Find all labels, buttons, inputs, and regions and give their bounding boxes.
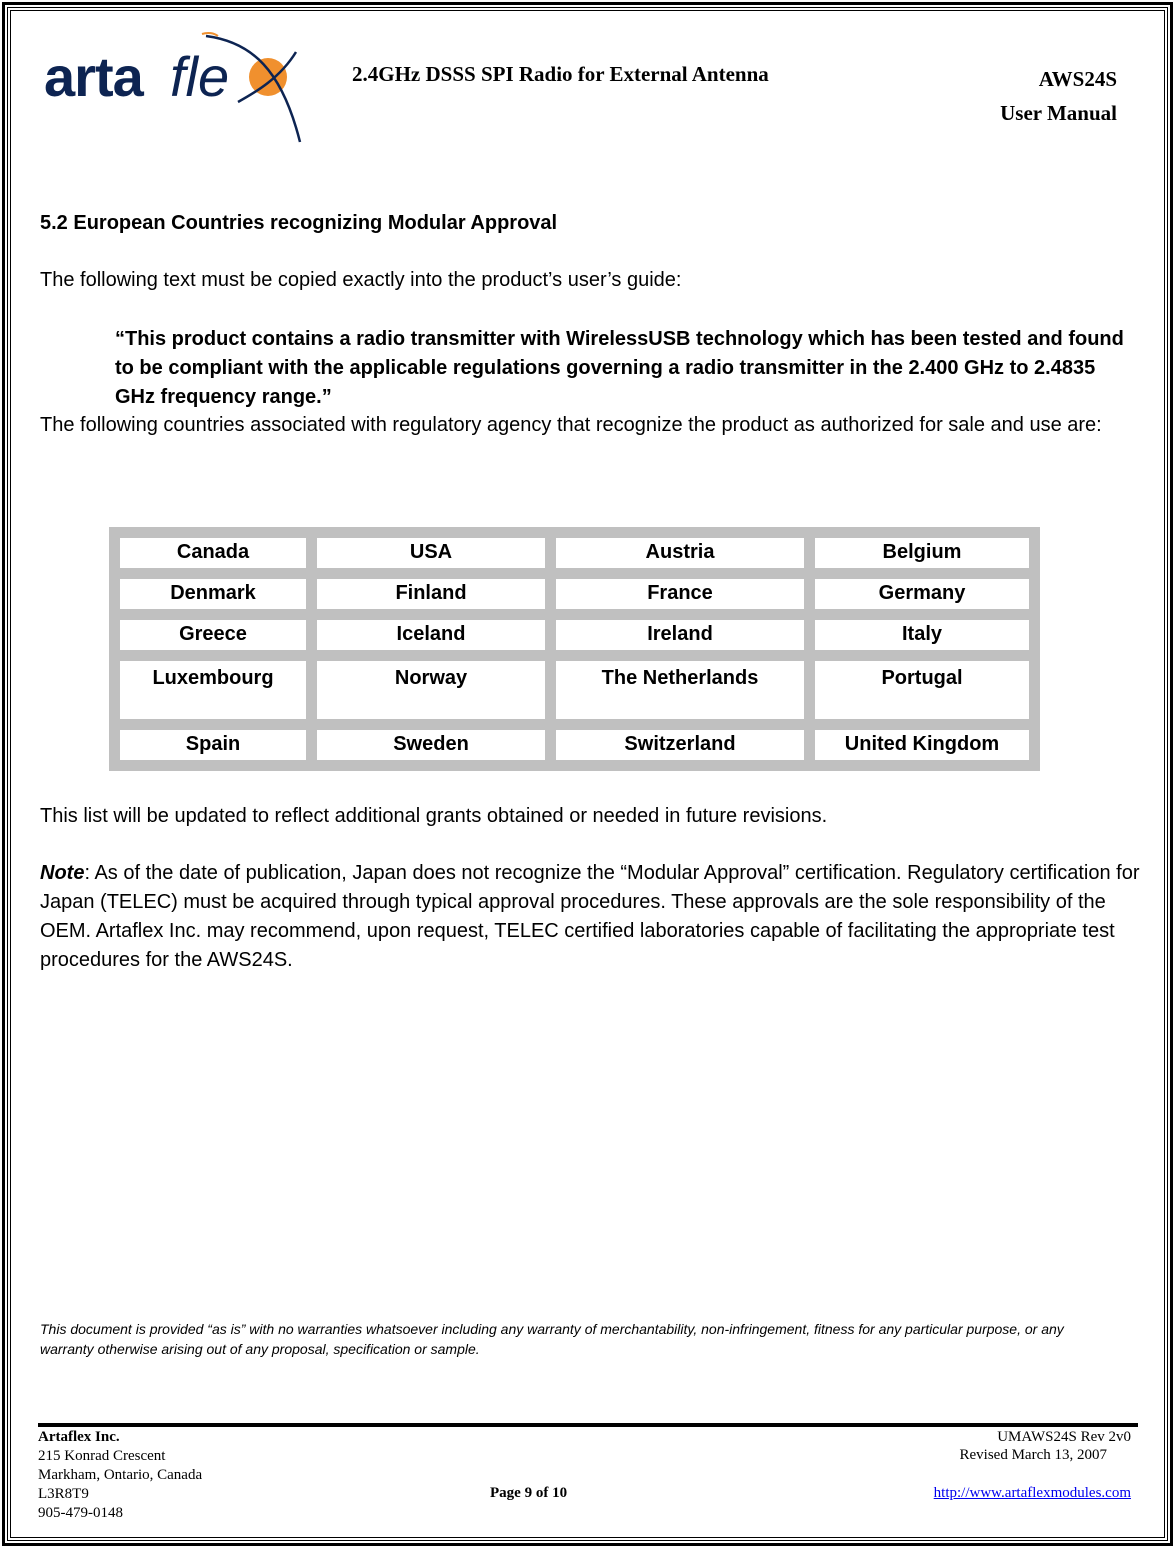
update-note: This list will be updated to reflect add… bbox=[40, 805, 828, 827]
note-text: : As of the date of publication, Japan d… bbox=[40, 862, 1140, 971]
country-cell: Canada bbox=[117, 535, 309, 571]
country-cell: The Netherlands bbox=[553, 658, 807, 722]
logo-text-fle: fle bbox=[170, 45, 229, 108]
page-border-inner bbox=[10, 10, 1165, 1538]
country-cell: France bbox=[553, 576, 807, 612]
table-row: Spain Sweden Switzerland United Kingdom bbox=[117, 727, 1032, 763]
footer-company: Artaflex Inc. bbox=[38, 1429, 120, 1445]
country-cell: United Kingdom bbox=[812, 727, 1032, 763]
country-cell: Denmark bbox=[117, 576, 309, 612]
note-label: Note bbox=[40, 862, 85, 884]
disclaimer: This document is provided “as is” with n… bbox=[40, 1321, 1064, 1357]
country-cell: Finland bbox=[314, 576, 548, 612]
country-cell: Germany bbox=[812, 576, 1032, 612]
footer-revision: UMAWS24S Rev 2v0 bbox=[997, 1429, 1131, 1445]
country-cell: Belgium bbox=[812, 535, 1032, 571]
country-cell: Portugal bbox=[812, 658, 1032, 722]
country-cell: Spain bbox=[117, 727, 309, 763]
footer-divider bbox=[38, 1423, 1138, 1427]
country-cell: Luxembourg bbox=[117, 658, 309, 722]
country-cell: Italy bbox=[812, 617, 1032, 653]
footer-revised-date: Revised March 13, 2007 bbox=[959, 1447, 1107, 1463]
country-cell: Switzerland bbox=[553, 727, 807, 763]
logo-graphic: arta fle bbox=[44, 31, 302, 143]
country-cell: Norway bbox=[314, 658, 548, 722]
country-cell: Iceland bbox=[314, 617, 548, 653]
footer-address-line2: Markham, Ontario, Canada bbox=[38, 1467, 203, 1483]
country-cell: USA bbox=[314, 535, 548, 571]
country-cell: Austria bbox=[553, 535, 807, 571]
footer-address: Artaflex Inc. 215 Konrad Crescent Markha… bbox=[38, 1428, 202, 1523]
country-cell: Greece bbox=[117, 617, 309, 653]
footer-phone: 905-479-0148 bbox=[38, 1505, 123, 1521]
footer-postal: L3R8T9 bbox=[38, 1486, 89, 1502]
logo-text-arta: arta bbox=[44, 45, 145, 108]
countries-table: Canada USA Austria Belgium Denmark Finla… bbox=[109, 527, 1040, 771]
country-cell: Sweden bbox=[314, 727, 548, 763]
footer-address-line1: 215 Konrad Crescent bbox=[38, 1448, 166, 1464]
header-product-block: AWS24S User Manual bbox=[1000, 62, 1117, 130]
table-row: Greece Iceland Ireland Italy bbox=[117, 617, 1032, 653]
table-row: Luxembourg Norway The Netherlands Portug… bbox=[117, 658, 1032, 722]
section-title: 5.2 European Countries recognizing Modul… bbox=[40, 212, 558, 234]
header-doc-type: User Manual bbox=[1000, 101, 1117, 125]
countries-intro: The following countries associated with … bbox=[40, 414, 1102, 436]
required-quote: “This product contains a radio transmitt… bbox=[115, 328, 1124, 408]
intro-paragraph: The following text must be copied exactl… bbox=[40, 269, 682, 291]
website-link[interactable]: http://www.artaflexmodules.com bbox=[934, 1485, 1131, 1502]
country-cell: Ireland bbox=[553, 617, 807, 653]
japan-note: Note: As of the date of publication, Jap… bbox=[40, 859, 1140, 975]
table-row: Denmark Finland France Germany bbox=[117, 576, 1032, 612]
header-product: AWS24S bbox=[1038, 67, 1117, 91]
header-title: 2.4GHz DSSS SPI Radio for External Anten… bbox=[352, 62, 769, 86]
page-number: Page 9 of 10 bbox=[490, 1485, 568, 1501]
table-row: Canada USA Austria Belgium bbox=[117, 535, 1032, 571]
artaflex-logo: arta fle bbox=[42, 30, 302, 144]
